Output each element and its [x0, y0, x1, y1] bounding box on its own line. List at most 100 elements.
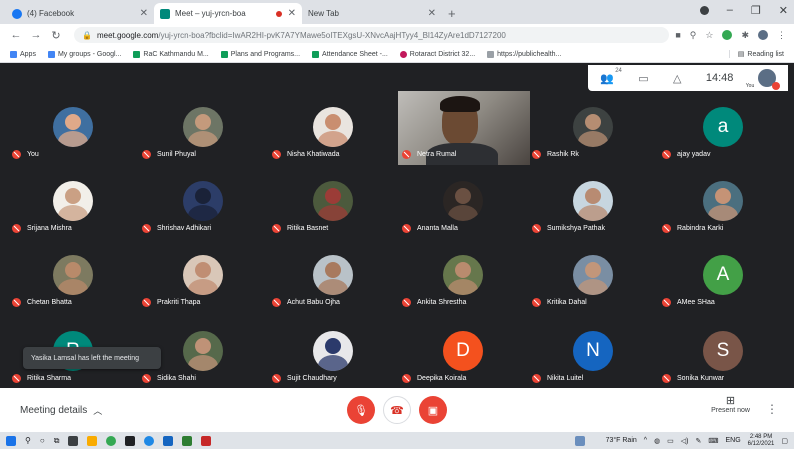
participant-tile[interactable]: Srijana Mishra — [8, 165, 138, 239]
participant-tile[interactable]: N Nikita Luitel — [528, 315, 658, 389]
chrome-icon[interactable] — [106, 435, 117, 446]
file-explorer-icon[interactable] — [87, 435, 98, 446]
avatar — [313, 181, 353, 221]
participant-tile[interactable]: Chetan Bhatta — [8, 239, 138, 313]
avatar[interactable] — [758, 30, 768, 40]
participant-name-label: Nisha Khatiwada — [287, 151, 340, 158]
chevron-up-icon[interactable]: ^ — [644, 437, 647, 444]
bookmark-item[interactable]: Plans and Programs... — [220, 50, 300, 58]
participant-name-label: Sonika Kunwar — [677, 375, 725, 382]
reload-icon[interactable]: ↻ — [48, 29, 64, 42]
keyboard-icon[interactable]: ⌨ — [708, 437, 718, 445]
participant-tile[interactable]: Ritika Basnet — [268, 165, 398, 239]
participant-tile[interactable]: Ankita Shrestha — [398, 239, 528, 313]
network-icon[interactable]: ◍ — [654, 437, 660, 445]
avatar — [703, 181, 743, 221]
participant-tile[interactable]: Sunil Phuyal — [138, 91, 268, 165]
participant-tile[interactable]: Prakriti Thapa — [138, 239, 268, 313]
word-icon[interactable] — [163, 435, 174, 446]
powerpoint-icon[interactable] — [201, 435, 212, 446]
leave-call-button[interactable]: ☎ — [383, 396, 411, 424]
volume-icon[interactable]: ◁) — [681, 437, 689, 445]
participant-tile[interactable]: Rabindra Karki — [658, 165, 788, 239]
excel-icon[interactable] — [182, 435, 193, 446]
meeting-clock: 14:48 — [705, 72, 734, 84]
close-tab-icon[interactable]: ✕ — [288, 8, 296, 19]
system-tray: 73°F Rain ^ ◍ ▭ ◁) ✎ ⌨ ENG 2:48 PM 6/12/… — [574, 434, 788, 448]
participant-tile[interactable]: Achut Babu Ojha — [268, 239, 398, 313]
search-icon[interactable]: ⚲ — [25, 436, 31, 445]
mic-muted-icon — [662, 150, 671, 159]
app-icon[interactable] — [68, 435, 79, 446]
tab-new[interactable]: New Tab ✕ — [302, 3, 442, 24]
participant-tile[interactable]: Rashik Rk — [528, 91, 658, 165]
participant-tile[interactable]: A AMee SHaa — [658, 239, 788, 313]
participant-tile[interactable]: Netra Rumal — [398, 91, 530, 165]
minimize-icon[interactable]: – — [727, 4, 733, 17]
activities-icon[interactable]: △ — [673, 72, 681, 85]
meeting-details-button[interactable]: Meeting details ︿ — [20, 404, 102, 417]
mic-muted-icon — [142, 150, 151, 159]
camera-icon[interactable]: ■ — [675, 30, 680, 40]
self-avatar[interactable]: You — [746, 69, 780, 90]
close-tab-icon[interactable]: ✕ — [140, 8, 148, 19]
participant-tile[interactable]: Nisha Khatiwada — [268, 91, 398, 165]
app-icon[interactable] — [125, 435, 136, 446]
pen-icon[interactable]: ✎ — [696, 437, 702, 445]
extension-icon[interactable] — [722, 30, 733, 40]
profile-icon[interactable] — [699, 6, 709, 15]
participant-name: Sonika Kunwar — [662, 374, 724, 383]
reading-list[interactable]: ▤ Reading list — [728, 50, 784, 58]
meet-info-bar: 👥 24 ▭ △ 14:48 You — [588, 65, 788, 91]
bookmark-item[interactable]: Rotaract District 32... — [399, 50, 475, 58]
clock[interactable]: 2:48 PM 6/12/2021 — [748, 434, 775, 448]
language-indicator[interactable]: ENG — [726, 437, 741, 444]
avatar — [443, 255, 483, 295]
tab-facebook[interactable]: (4) Facebook ✕ — [6, 3, 154, 24]
maximize-icon[interactable]: ❐ — [751, 4, 761, 17]
participant-name: Sunil Phuyal — [142, 150, 196, 159]
url-input[interactable]: 🔒 meet.google.com /yuj-yrcn-boa?fbclid=I… — [74, 27, 670, 43]
people-icon[interactable]: 👥 24 — [600, 68, 622, 85]
mic-off-button[interactable]: 🎙 — [347, 396, 375, 424]
participant-tile[interactable]: Sumikshya Pathak — [528, 165, 658, 239]
close-tab-icon[interactable]: ✕ — [428, 8, 436, 19]
present-now-button[interactable]: ⊞ Present now — [711, 394, 750, 414]
participant-name-label: Netra Rumal — [417, 151, 457, 158]
edge-icon[interactable] — [144, 435, 155, 446]
battery-icon[interactable]: ▭ — [667, 437, 674, 445]
zoom-icon[interactable]: ⚲ — [690, 30, 697, 41]
new-tab-icon[interactable]: + — [448, 6, 456, 21]
participant-tile[interactable]: Sujit Chaudhary — [268, 315, 398, 389]
more-options-icon[interactable]: ⋮ — [766, 402, 778, 416]
participant-tile[interactable]: Ananta Malla — [398, 165, 528, 239]
chat-icon[interactable]: ▭ — [638, 72, 648, 85]
mic-muted-icon — [402, 298, 411, 307]
menu-icon[interactable]: ⋮ — [777, 30, 786, 41]
participant-tile[interactable]: S Sonika Kunwar — [658, 315, 788, 389]
camera-off-button[interactable]: ▣ — [419, 396, 447, 424]
windows-start-icon[interactable] — [6, 435, 16, 446]
participant-tile[interactable]: a ajay yadav — [658, 91, 788, 165]
bookmark-item[interactable]: RaC Kathmandu M... — [133, 50, 209, 58]
participant-tile[interactable]: Shrishav Adhikari — [138, 165, 268, 239]
task-view-icon[interactable]: ⧉ — [54, 436, 60, 446]
bookmark-item[interactable]: https://publichealth... — [487, 50, 561, 58]
participant-tile[interactable]: D Deepika Koirala — [398, 315, 528, 389]
star-icon[interactable]: ☆ — [705, 30, 713, 41]
forward-icon[interactable]: → — [28, 29, 44, 41]
notification-icon[interactable]: ▢ — [781, 437, 788, 445]
back-icon[interactable]: ← — [8, 29, 24, 41]
bookmark-apps[interactable]: Apps — [10, 50, 36, 58]
bookmark-item[interactable]: My groups - Googl... — [47, 50, 121, 58]
participant-tile[interactable]: Kritika Dahal — [528, 239, 658, 313]
tab-meet[interactable]: Meet – yuj-yrcn-boa ✕ — [154, 3, 302, 24]
close-window-icon[interactable]: ✕ — [779, 4, 788, 17]
puzzle-icon[interactable]: ✱ — [741, 30, 749, 41]
weather-text[interactable]: 73°F Rain — [606, 437, 637, 444]
participant-tile[interactable]: You — [8, 91, 138, 165]
bookmark-item[interactable]: Attendance Sheet -... — [312, 50, 388, 58]
hang-up-icon: ☎ — [390, 404, 404, 417]
cortana-icon[interactable]: ○ — [40, 436, 45, 445]
tray-app-icon[interactable] — [574, 435, 585, 446]
